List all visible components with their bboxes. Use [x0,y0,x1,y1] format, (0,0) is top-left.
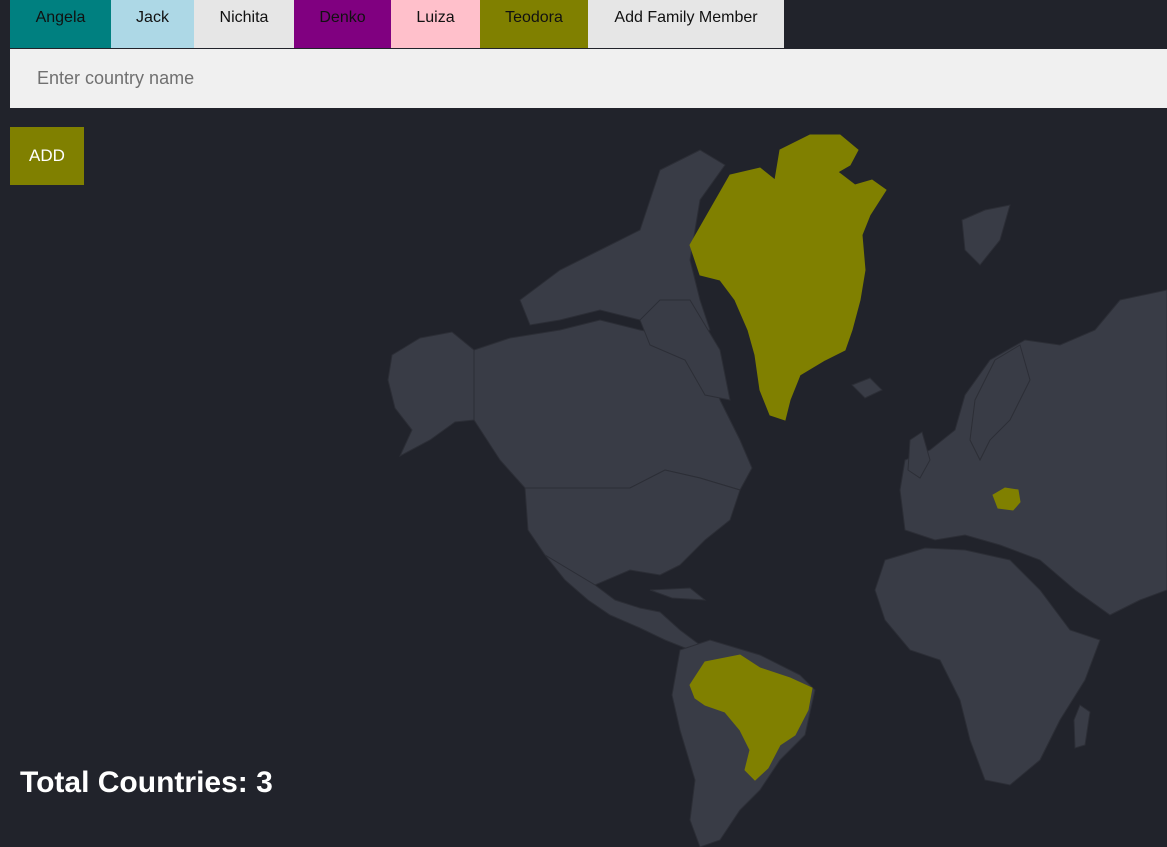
caribbean-shape [649,587,707,601]
country-name-input[interactable] [10,49,1167,108]
tab-luiza[interactable]: Luiza [391,0,480,48]
madagascar-shape [1073,704,1091,749]
tab-teodora[interactable]: Teodora [480,0,588,48]
tab-angela[interactable]: Angela [10,0,111,48]
add-family-member-tab[interactable]: Add Family Member [588,0,784,48]
iceland-shape [851,377,883,399]
svalbard-shape [961,204,1011,266]
alaska-shape [387,331,475,458]
tab-nichita[interactable]: Nichita [194,0,294,48]
tab-denko[interactable]: Denko [294,0,391,48]
total-countries-count: Total Countries: 3 [20,766,273,799]
tab-jack[interactable]: Jack [111,0,194,48]
family-tabs: Angela Jack Nichita Denko Luiza Teodora … [10,0,784,48]
world-map [387,134,1167,847]
africa-shape [874,547,1101,786]
